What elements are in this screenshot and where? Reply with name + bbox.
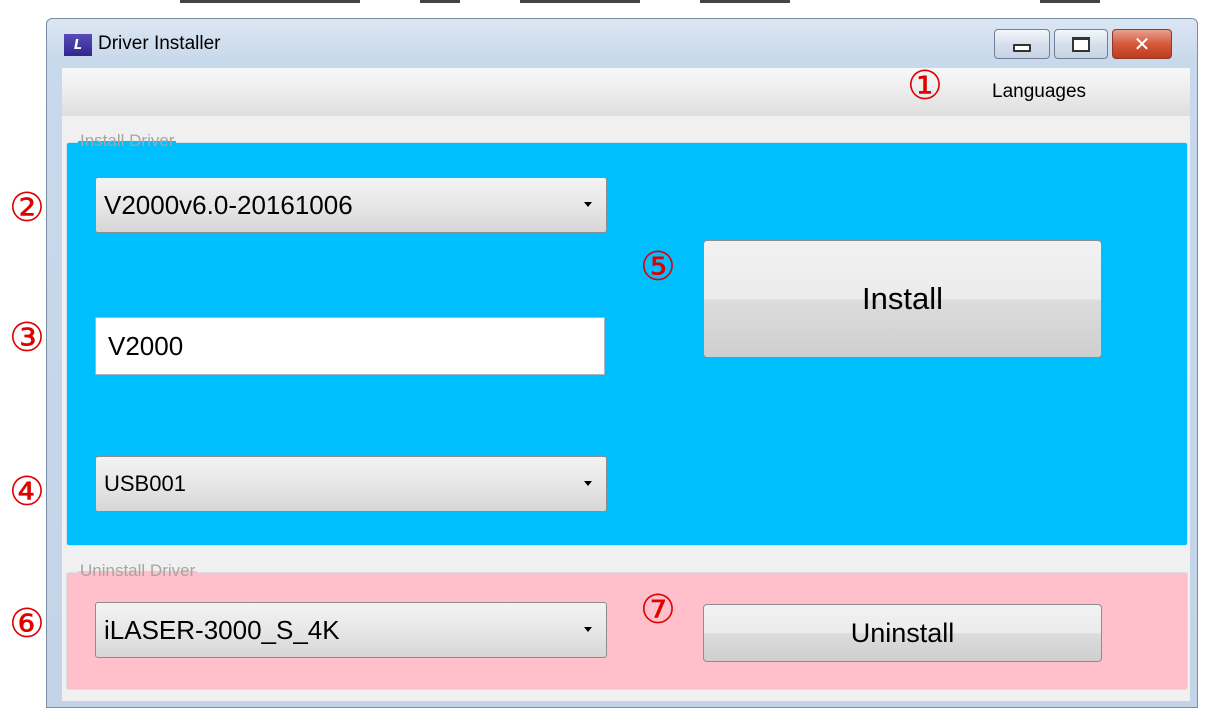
printer-name-input[interactable]: V2000 bbox=[95, 317, 605, 375]
annotation-marker-2: ② bbox=[9, 185, 45, 231]
installed-driver-value: iLASER-3000_S_4K bbox=[104, 614, 340, 645]
minimize-button[interactable] bbox=[994, 29, 1050, 59]
port-value: USB001 bbox=[104, 471, 186, 496]
driver-version-value: V2000v6.0-20161006 bbox=[104, 189, 353, 220]
annotation-marker-5: ⑤ bbox=[640, 244, 676, 290]
annotation-marker-6: ⑥ bbox=[9, 601, 45, 647]
port-select[interactable]: USB001 bbox=[95, 456, 607, 512]
menu-item-languages[interactable]: Languages bbox=[992, 81, 1086, 103]
uninstall-button[interactable]: Uninstall bbox=[703, 604, 1102, 662]
annotation-marker-4: ④ bbox=[9, 469, 45, 515]
app-logo-icon: L bbox=[64, 34, 92, 56]
annotation-marker-7: ⑦ bbox=[640, 587, 676, 633]
driver-version-select[interactable]: V2000v6.0-20161006 bbox=[95, 177, 607, 233]
close-button[interactable]: ✕ bbox=[1112, 29, 1172, 59]
chevron-down-icon bbox=[584, 627, 592, 632]
annotation-marker-3: ③ bbox=[9, 315, 45, 361]
chevron-down-icon bbox=[584, 481, 592, 486]
maximize-icon bbox=[1072, 36, 1090, 52]
desktop-background-strip bbox=[0, 0, 1206, 10]
close-icon: ✕ bbox=[1133, 32, 1151, 56]
installed-driver-select[interactable]: iLASER-3000_S_4K bbox=[95, 602, 607, 658]
chevron-down-icon bbox=[584, 202, 592, 207]
uninstall-driver-legend: Uninstall Driver bbox=[78, 561, 198, 581]
window-title: Driver Installer bbox=[98, 33, 221, 54]
install-button[interactable]: Install bbox=[703, 240, 1102, 358]
maximize-button[interactable] bbox=[1054, 29, 1108, 59]
install-driver-legend: Install Driver bbox=[78, 131, 177, 151]
minimize-icon bbox=[1013, 44, 1031, 52]
annotation-marker-1: ① bbox=[907, 63, 943, 109]
